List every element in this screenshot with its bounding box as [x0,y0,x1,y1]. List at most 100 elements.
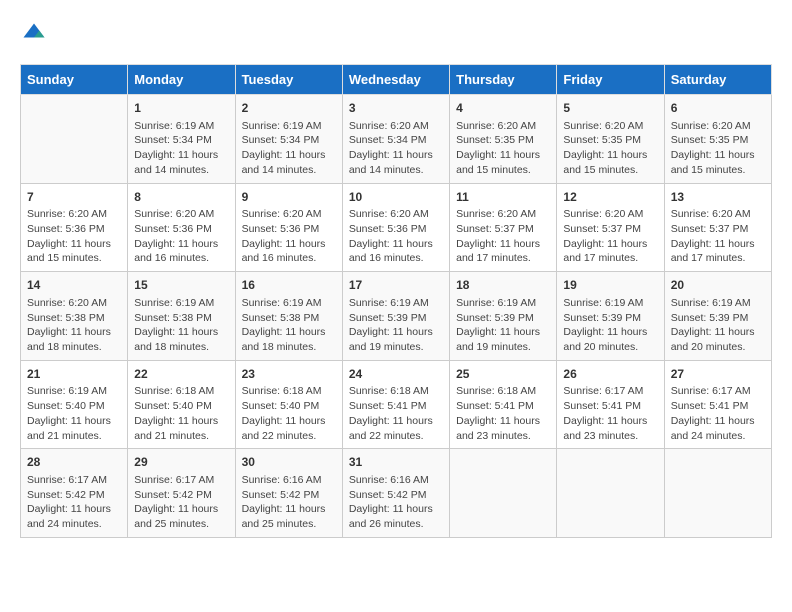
day-content: Sunrise: 6:17 AM Sunset: 5:41 PM Dayligh… [563,384,657,443]
day-content: Sunrise: 6:20 AM Sunset: 5:34 PM Dayligh… [349,119,443,178]
day-content: Sunrise: 6:17 AM Sunset: 5:42 PM Dayligh… [134,473,228,532]
day-content: Sunrise: 6:20 AM Sunset: 5:35 PM Dayligh… [456,119,550,178]
day-number: 17 [349,277,443,294]
calendar-cell: 15 Sunrise: 6:19 AM Sunset: 5:38 PM Dayli… [128,272,235,361]
day-number: 7 [27,189,121,206]
day-number: 26 [563,366,657,383]
day-content: Sunrise: 6:19 AM Sunset: 5:34 PM Dayligh… [242,119,336,178]
calendar-cell: 16 Sunrise: 6:19 AM Sunset: 5:38 PM Dayli… [235,272,342,361]
day-number: 18 [456,277,550,294]
day-number: 9 [242,189,336,206]
day-content: Sunrise: 6:19 AM Sunset: 5:39 PM Dayligh… [563,296,657,355]
day-content: Sunrise: 6:17 AM Sunset: 5:42 PM Dayligh… [27,473,121,532]
day-number: 22 [134,366,228,383]
calendar-cell: 7Sunrise: 6:20 AM Sunset: 5:36 PM Daylig… [21,183,128,272]
calendar-cell: 10Sunrise: 6:20 AM Sunset: 5:36 PM Dayli… [342,183,449,272]
day-number: 4 [456,100,550,117]
calendar-week-row: 21Sunrise: 6:19 AM Sunset: 5:40 PM Dayli… [21,360,772,449]
calendar-cell: 18 Sunrise: 6:19 AM Sunset: 5:39 PM Dayli… [450,272,557,361]
day-content: Sunrise: 6:19 AM Sunset: 5:38 PM Dayligh… [242,296,336,355]
calendar-cell: 23Sunrise: 6:18 AM Sunset: 5:40 PM Dayli… [235,360,342,449]
calendar-cell: 25Sunrise: 6:18 AM Sunset: 5:41 PM Dayli… [450,360,557,449]
day-number: 6 [671,100,765,117]
day-content: Sunrise: 6:18 AM Sunset: 5:40 PM Dayligh… [242,384,336,443]
day-content: Sunrise: 6:18 AM Sunset: 5:40 PM Dayligh… [134,384,228,443]
day-number: 21 [27,366,121,383]
calendar-table: SundayMondayTuesdayWednesdayThursdayFrid… [20,64,772,538]
day-number: 1 [134,100,228,117]
day-number: 3 [349,100,443,117]
calendar-cell: 20Sunrise: 6:19 AM Sunset: 5:39 PM Dayli… [664,272,771,361]
day-number: 29 [134,454,228,471]
day-number: 11 [456,189,550,206]
calendar-cell [450,449,557,538]
logo-icon [20,20,48,48]
calendar-header: SundayMondayTuesdayWednesdayThursdayFrid… [21,65,772,95]
day-number: 5 [563,100,657,117]
day-number: 30 [242,454,336,471]
calendar-cell [21,95,128,184]
calendar-cell [664,449,771,538]
calendar-week-row: 1 Sunrise: 6:19 AM Sunset: 5:34 PM Daylig… [21,95,772,184]
day-number: 16 [242,277,336,294]
calendar-cell: 19 Sunrise: 6:19 AM Sunset: 5:39 PM Dayli… [557,272,664,361]
day-number: 19 [563,277,657,294]
calendar-cell: 9Sunrise: 6:20 AM Sunset: 5:36 PM Daylig… [235,183,342,272]
calendar-cell: 11Sunrise: 6:20 AM Sunset: 5:37 PM Dayli… [450,183,557,272]
weekday-header-monday: Monday [128,65,235,95]
day-content: Sunrise: 6:20 AM Sunset: 5:35 PM Dayligh… [671,119,765,178]
day-content: Sunrise: 6:17 AM Sunset: 5:41 PM Dayligh… [671,384,765,443]
day-content: Sunrise: 6:19 AM Sunset: 5:39 PM Dayligh… [456,296,550,355]
day-content: Sunrise: 6:20 AM Sunset: 5:36 PM Dayligh… [27,207,121,266]
calendar-cell: 22Sunrise: 6:18 AM Sunset: 5:40 PM Dayli… [128,360,235,449]
day-content: Sunrise: 6:18 AM Sunset: 5:41 PM Dayligh… [456,384,550,443]
calendar-cell: 27Sunrise: 6:17 AM Sunset: 5:41 PM Dayli… [664,360,771,449]
calendar-cell: 8Sunrise: 6:20 AM Sunset: 5:36 PM Daylig… [128,183,235,272]
calendar-cell: 3 Sunrise: 6:20 AM Sunset: 5:34 PM Daylig… [342,95,449,184]
calendar-body: 1 Sunrise: 6:19 AM Sunset: 5:34 PM Daylig… [21,95,772,538]
calendar-cell: 14 Sunrise: 6:20 AM Sunset: 5:38 PM Dayli… [21,272,128,361]
calendar-cell: 4 Sunrise: 6:20 AM Sunset: 5:35 PM Daylig… [450,95,557,184]
calendar-week-row: 28 Sunrise: 6:17 AM Sunset: 5:42 PM Dayli… [21,449,772,538]
day-number: 15 [134,277,228,294]
calendar-cell: 28 Sunrise: 6:17 AM Sunset: 5:42 PM Dayli… [21,449,128,538]
weekday-header-friday: Friday [557,65,664,95]
day-content: Sunrise: 6:20 AM Sunset: 5:37 PM Dayligh… [671,207,765,266]
day-content: Sunrise: 6:18 AM Sunset: 5:41 PM Dayligh… [349,384,443,443]
day-number: 13 [671,189,765,206]
weekday-header-thursday: Thursday [450,65,557,95]
calendar-cell: 13Sunrise: 6:20 AM Sunset: 5:37 PM Dayli… [664,183,771,272]
day-number: 28 [27,454,121,471]
day-content: Sunrise: 6:19 AM Sunset: 5:38 PM Dayligh… [134,296,228,355]
calendar-cell: 31 Sunrise: 6:16 AM Sunset: 5:42 PM Dayli… [342,449,449,538]
calendar-cell: 12Sunrise: 6:20 AM Sunset: 5:37 PM Dayli… [557,183,664,272]
day-content: Sunrise: 6:16 AM Sunset: 5:42 PM Dayligh… [349,473,443,532]
page-header [20,20,772,48]
day-content: Sunrise: 6:19 AM Sunset: 5:34 PM Dayligh… [134,119,228,178]
calendar-cell: 2 Sunrise: 6:19 AM Sunset: 5:34 PM Daylig… [235,95,342,184]
day-content: Sunrise: 6:20 AM Sunset: 5:38 PM Dayligh… [27,296,121,355]
calendar-cell: 30 Sunrise: 6:16 AM Sunset: 5:42 PM Dayli… [235,449,342,538]
day-number: 24 [349,366,443,383]
day-number: 14 [27,277,121,294]
weekday-header-tuesday: Tuesday [235,65,342,95]
calendar-cell: 17 Sunrise: 6:19 AM Sunset: 5:39 PM Dayli… [342,272,449,361]
weekday-header-saturday: Saturday [664,65,771,95]
calendar-week-row: 14 Sunrise: 6:20 AM Sunset: 5:38 PM Dayli… [21,272,772,361]
calendar-cell: 24Sunrise: 6:18 AM Sunset: 5:41 PM Dayli… [342,360,449,449]
day-number: 2 [242,100,336,117]
day-number: 27 [671,366,765,383]
day-content: Sunrise: 6:20 AM Sunset: 5:35 PM Dayligh… [563,119,657,178]
calendar-cell [557,449,664,538]
day-number: 12 [563,189,657,206]
day-number: 20 [671,277,765,294]
day-content: Sunrise: 6:16 AM Sunset: 5:42 PM Dayligh… [242,473,336,532]
day-content: Sunrise: 6:19 AM Sunset: 5:40 PM Dayligh… [27,384,121,443]
day-content: Sunrise: 6:19 AM Sunset: 5:39 PM Dayligh… [349,296,443,355]
day-content: Sunrise: 6:20 AM Sunset: 5:36 PM Dayligh… [134,207,228,266]
day-number: 31 [349,454,443,471]
day-content: Sunrise: 6:20 AM Sunset: 5:37 PM Dayligh… [456,207,550,266]
calendar-cell: 5 Sunrise: 6:20 AM Sunset: 5:35 PM Daylig… [557,95,664,184]
weekday-header-wednesday: Wednesday [342,65,449,95]
calendar-cell: 26Sunrise: 6:17 AM Sunset: 5:41 PM Dayli… [557,360,664,449]
